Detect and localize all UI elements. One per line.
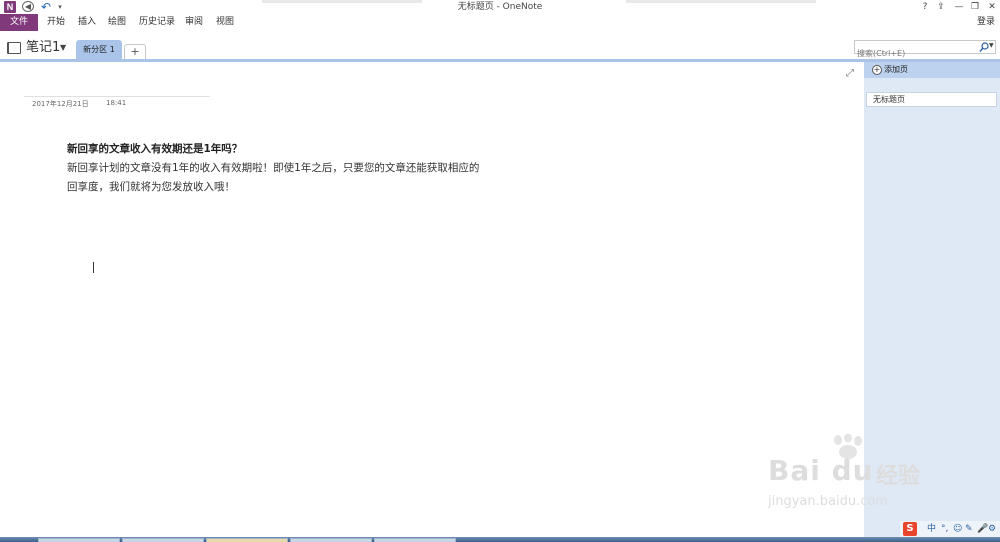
ime-chinese-icon[interactable]: 中 (927, 523, 936, 535)
system-tray: S 中 °, ☺ ✎ 🎤 ⚙ (900, 521, 1000, 537)
add-page-label: 添加页 (884, 65, 908, 74)
notebook-icon[interactable] (7, 42, 21, 54)
chevron-down-icon[interactable]: ▼ (60, 42, 66, 54)
search-box[interactable]: ▼ (854, 40, 996, 60)
ribbon-tabs: 文件 开始 插入 绘图 历史记录 审阅 视图 登录 (0, 14, 1000, 31)
search-scope-dropdown-icon[interactable]: ▼ (989, 42, 994, 49)
search-icon[interactable] (979, 41, 989, 53)
page-time: 18:41 (106, 99, 127, 107)
tab-review[interactable]: 审阅 (185, 14, 203, 31)
search-input[interactable] (855, 47, 973, 60)
baidu-watermark: Bai du 经验 jingyan.baidu.com (750, 434, 960, 520)
text-cursor (93, 262, 94, 273)
taskbar-item[interactable] (206, 538, 288, 542)
tab-history[interactable]: 历史记录 (139, 14, 175, 31)
expand-icon[interactable]: ⤢ (846, 68, 854, 79)
tab-insert[interactable]: 插入 (78, 14, 96, 31)
punctuation-icon[interactable]: °, (941, 523, 948, 535)
taskbar-item[interactable] (290, 538, 372, 542)
note-heading[interactable]: 新回享的文章收入有效期还是1年吗？ (67, 141, 242, 156)
taskbar-item[interactable] (122, 538, 204, 542)
notebook-bar: 笔记1 ▼ 新分区 1 + ▼ (0, 36, 1000, 60)
window-title: 无标题页 - OneNote (457, 2, 543, 12)
taskbar-item[interactable] (38, 538, 120, 542)
handwriting-icon[interactable]: ✎ (965, 523, 973, 535)
tab-view[interactable]: 视图 (216, 14, 234, 31)
sign-in-link[interactable]: 登录 (977, 14, 995, 31)
close-icon[interactable]: ✕ (985, 0, 999, 14)
add-section-button[interactable]: + (124, 44, 146, 59)
section-tab[interactable]: 新分区 1 (76, 40, 122, 59)
taskbar-item[interactable] (374, 538, 456, 542)
microphone-icon[interactable]: 🎤 (977, 523, 988, 535)
tab-file[interactable]: 文件 (0, 14, 38, 31)
restore-icon[interactable]: ❐ (968, 0, 982, 14)
settings-icon[interactable]: ⚙ (988, 523, 996, 535)
watermark-brand: Bai du (768, 454, 874, 487)
note-paragraph[interactable]: 新回享计划的文章没有1年的收入有效期啦！即使1年之后，只要您的文章还能获取相应的… (67, 159, 487, 197)
title-underline (24, 96, 210, 97)
ribbon-display-icon[interactable]: ⇪ (934, 0, 948, 14)
minimize-icon[interactable]: — (952, 0, 966, 14)
page-canvas[interactable]: ⤢ 2017年12月21日 18:41 新回享的文章收入有效期还是1年吗？ 新回… (0, 62, 864, 537)
help-icon[interactable]: ? (918, 0, 932, 14)
plus-circle-icon: + (872, 65, 882, 75)
watermark-url: jingyan.baidu.com (768, 494, 888, 509)
ime-logo-icon[interactable]: S (903, 522, 917, 536)
page-list-item[interactable]: 无标题页 (866, 92, 997, 107)
title-bar: N ◀ ↶ ▾ 无标题页 - OneNote ? ⇪ — ❐ ✕ (0, 0, 1000, 14)
notebook-name[interactable]: 笔记1 (26, 40, 60, 56)
tab-draw[interactable]: 绘图 (108, 14, 126, 31)
tab-home[interactable]: 开始 (47, 14, 65, 31)
page-date: 2017年12月21日 (32, 100, 89, 108)
add-page-button[interactable]: + 添加页 (864, 62, 1000, 78)
emoji-icon[interactable]: ☺ (953, 523, 962, 535)
watermark-cn: 经验 (876, 464, 921, 489)
